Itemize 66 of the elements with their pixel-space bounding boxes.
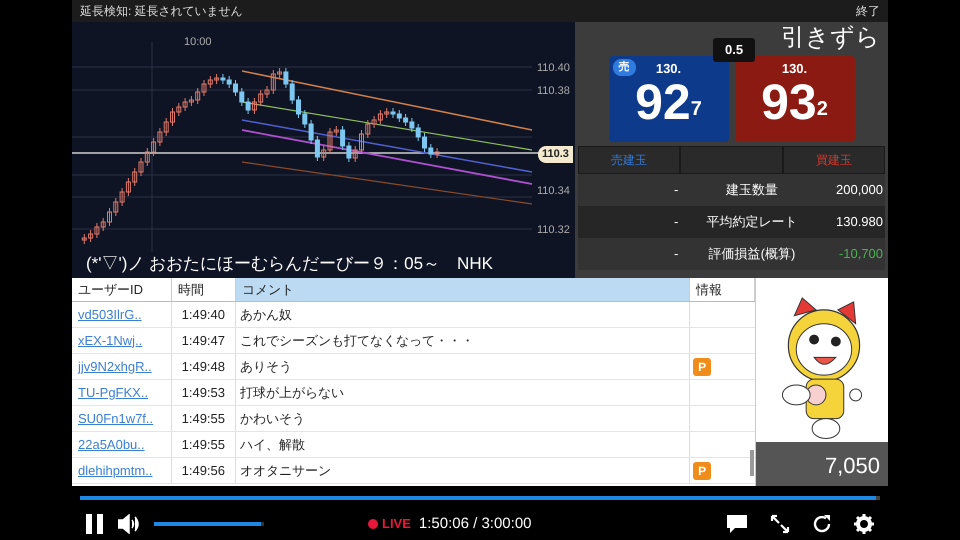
premium-badge: P [693, 462, 712, 480]
time-cell: 1:49:55 [172, 432, 236, 457]
time-axis-label: 10:00 [184, 35, 212, 50]
position-header: 買建玉 [784, 147, 884, 173]
row-value: -10,700 [838, 245, 884, 264]
price-axis-label: 110.38 [537, 84, 570, 99]
price-big-digits: 92 [635, 76, 691, 128]
quote-card[interactable]: 売 130. 927 [608, 56, 728, 142]
reload-icon[interactable] [812, 514, 832, 534]
column-header[interactable]: コメント [236, 278, 690, 301]
row-dash: - [674, 245, 680, 264]
premium-badge: P [693, 358, 712, 376]
time-cell: 1:49:53 [172, 380, 236, 405]
row-dash: - [674, 213, 680, 232]
price-prefix: 130. [656, 62, 682, 76]
playback-time: 1:50:06 / 3:00:00 [418, 514, 532, 534]
end-label: 終了 [856, 3, 880, 20]
time-cell: 1:49:55 [172, 406, 236, 431]
row-label: 建玉数量 [725, 181, 779, 200]
row-value: 200,000 [836, 181, 884, 200]
comment-icon[interactable] [726, 514, 748, 534]
viewer-count: 7,050 [824, 452, 880, 480]
user-id-link[interactable]: TU-PgFKX.. [78, 382, 148, 402]
comment-cell: ハイ、解散 [236, 432, 690, 457]
settings-icon[interactable] [854, 514, 874, 534]
comment-cell: これでシーズンも打てなくなって・・・ [236, 328, 690, 353]
user-id-link[interactable]: vd503IlrG.. [78, 304, 142, 324]
delay-notice: 延長検知: 延長されていません [80, 3, 243, 20]
time-cell: 1:49:56 [172, 458, 236, 483]
comment-cell: あかん奴 [236, 302, 690, 327]
time-cell: 1:49:40 [172, 302, 236, 327]
price-prefix: 130. [782, 62, 808, 76]
volume-icon[interactable] [118, 514, 140, 534]
user-id-link[interactable]: SU0Fn1w7f.. [78, 408, 154, 428]
quote-badge: 売 [612, 59, 636, 76]
live-label: LIVE [382, 515, 411, 534]
price-axis-label: 110.34 [537, 184, 570, 199]
row-dash: - [674, 181, 680, 200]
price-small-digit: 7 [690, 97, 702, 122]
time-cell: 1:49:48 [172, 354, 236, 379]
quote-card[interactable]: 130. 932 [734, 56, 854, 142]
row-label: 平均約定レート [706, 213, 798, 232]
overlay-caption: 引きずら [781, 23, 880, 53]
comment-cell: ありそう [236, 354, 690, 379]
spread-value: 0.5 [713, 38, 756, 62]
user-id-link[interactable]: 22a5A0bu.. [78, 434, 145, 454]
user-id-link[interactable]: jjv9N2xhgR.. [78, 356, 152, 376]
comment-cell: かわいそう [236, 406, 690, 431]
price-big-digits: 93 [761, 76, 817, 128]
price-axis-label: 110.32 [537, 223, 570, 238]
row-value: 130.980 [836, 213, 884, 232]
position-header: 売建玉 [579, 147, 680, 173]
comment-cell: 打球が上がらない [236, 380, 690, 405]
price-small-digit: 2 [816, 97, 828, 122]
price-axis-label: 110.40 [537, 61, 570, 76]
row-label: 評価損益(概算) [708, 245, 796, 264]
expand-icon[interactable] [770, 514, 790, 534]
live-dot-icon [368, 519, 378, 529]
pause-icon[interactable] [86, 514, 104, 534]
price-tag: 110.3 [538, 146, 573, 162]
user-id-link[interactable]: xEX-1Nwj.. [78, 330, 142, 350]
time-cell: 1:49:47 [172, 328, 236, 353]
scrollbar-thumb[interactable] [750, 450, 754, 476]
subtitle-caption: (*'▽')ノ おおたにほーむらんだーびー９：05～ NHK [86, 252, 493, 274]
user-id-link[interactable]: dlehihpmtm.. [78, 460, 152, 480]
comment-cell: オオタニサーン [236, 458, 690, 483]
